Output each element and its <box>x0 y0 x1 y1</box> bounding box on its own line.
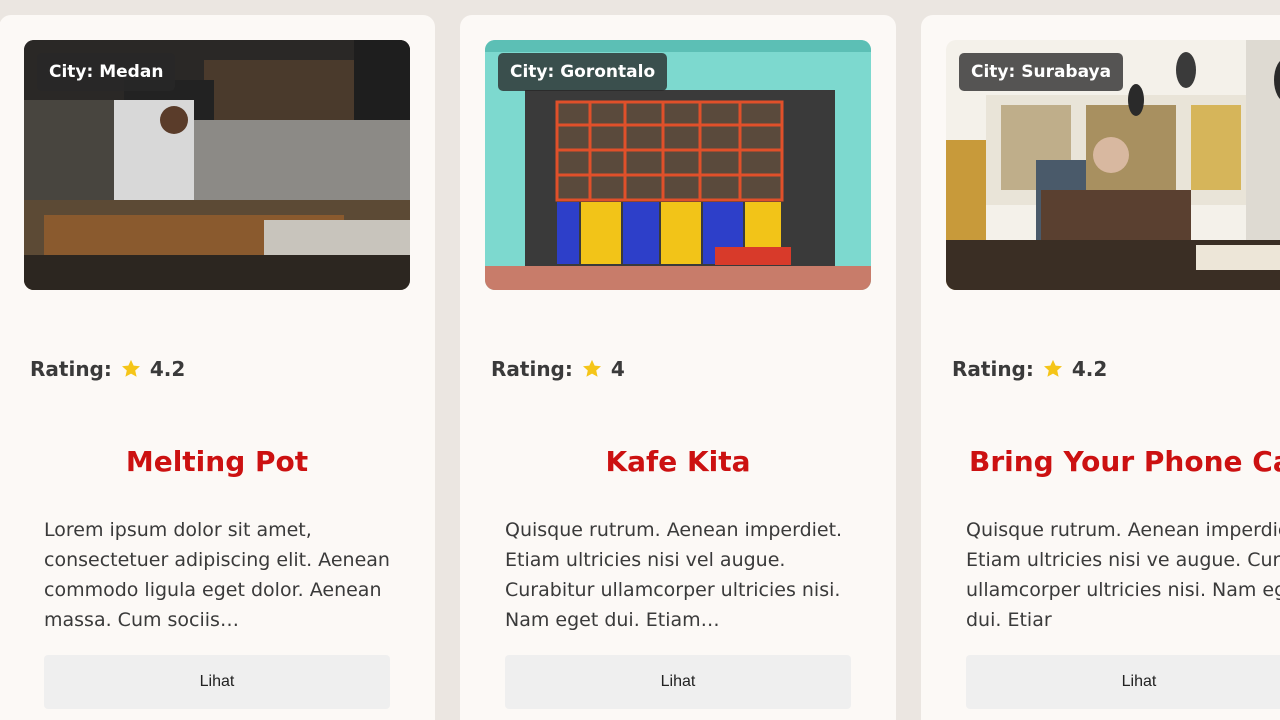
city-badge: City: Surabaya <box>959 53 1124 91</box>
rating-label: Rating: <box>30 357 112 381</box>
cafe-card: City: Surabaya Rating: 4.2 Bring Your Ph… <box>921 15 1280 720</box>
cafe-description: Quisque rutrum. Aenean imperdiet. Etiam … <box>505 519 843 631</box>
cafe-title: Bring Your Phone Ca <box>969 445 1280 478</box>
city-badge: City: Medan <box>37 53 176 91</box>
city-badge: City: Gorontalo <box>498 53 668 91</box>
cafe-card-list: City: Medan Rating: 4.2 Melting Pot Lore… <box>0 0 1280 720</box>
cafe-photo: City: Medan <box>24 40 410 290</box>
rating: Rating: 4 <box>491 356 625 382</box>
rating-value: 4.2 <box>149 357 186 381</box>
cafe-title: Kafe Kita <box>605 445 751 478</box>
rating-value: 4.2 <box>1071 357 1108 381</box>
rating: Rating: 4.2 <box>952 356 1107 382</box>
view-button[interactable]: Lihat <box>44 655 390 709</box>
view-button[interactable]: Lihat <box>966 655 1280 709</box>
cafe-description: Lorem ipsum dolor sit amet, consectetuer… <box>44 519 390 631</box>
cafe-photo: City: Surabaya <box>946 40 1280 290</box>
rating-label: Rating: <box>491 357 573 381</box>
cafe-card: City: Medan Rating: 4.2 Melting Pot Lore… <box>0 15 435 720</box>
star-icon <box>1043 359 1062 377</box>
cafe-card: City: Gorontalo Rating: 4 Kafe Kita Quis… <box>460 15 896 720</box>
rating-label: Rating: <box>952 357 1034 381</box>
view-button[interactable]: Lihat <box>505 655 851 709</box>
star-icon <box>121 359 140 377</box>
cafe-photo: City: Gorontalo <box>485 40 871 290</box>
rating: Rating: 4.2 <box>30 356 185 382</box>
rating-value: 4 <box>610 357 625 381</box>
cafe-description: Quisque rutrum. Aenean imperdiet. Etiam … <box>966 519 1280 631</box>
cafe-title: Melting Pot <box>125 445 309 478</box>
star-icon <box>582 359 601 377</box>
